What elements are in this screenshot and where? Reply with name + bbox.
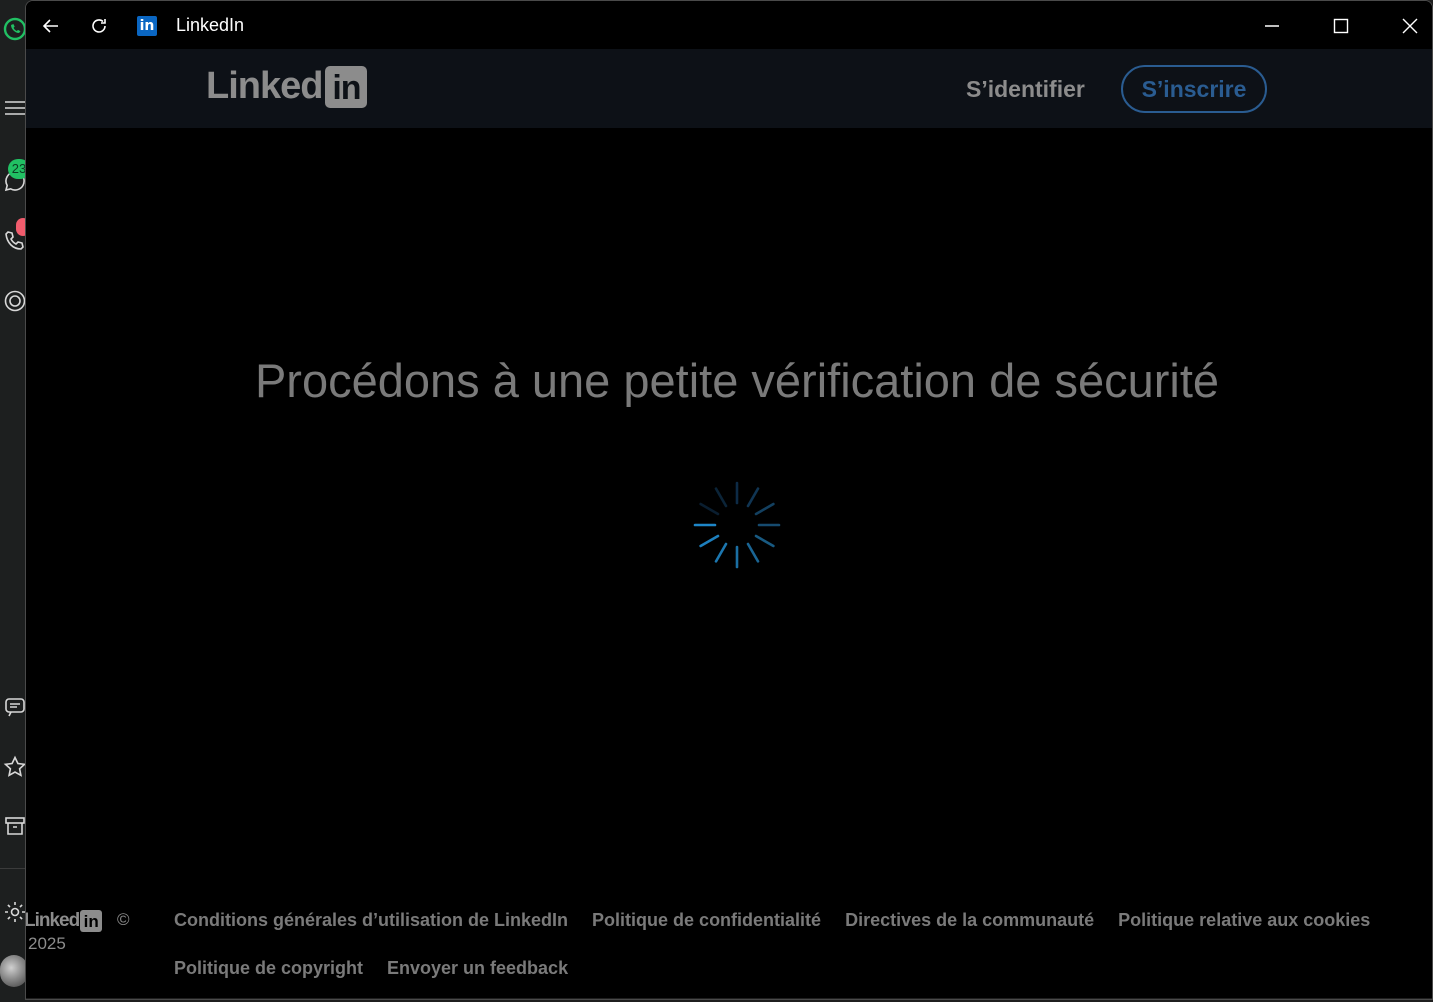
minimize-icon — [1265, 25, 1279, 27]
footer-logo-wordmark: Linked — [25, 910, 80, 931]
linkedin-logo[interactable]: Linked in — [206, 65, 368, 108]
linkedin-favicon: in — [137, 16, 157, 36]
footer-link-copyright[interactable]: Politique de copyright — [174, 955, 363, 981]
page-title: Procédons à une petite vérification de s… — [254, 354, 1220, 407]
close-icon — [1402, 18, 1418, 34]
signup-button[interactable]: S’inscrire — [1121, 65, 1267, 113]
footer-copyright-symbol: © — [117, 910, 130, 929]
footer-links: Conditions générales d’utilisation de Li… — [174, 907, 1404, 981]
footer-linkedin-logo: Linked in — [25, 910, 103, 932]
minimize-button[interactable] — [1257, 11, 1287, 41]
back-button[interactable] — [36, 11, 66, 41]
reload-button[interactable] — [84, 11, 114, 41]
close-button[interactable] — [1395, 11, 1425, 41]
footer-link-cookies[interactable]: Politique relative aux cookies — [1118, 907, 1370, 933]
sidebar-divider — [0, 868, 26, 869]
arrow-left-icon — [42, 19, 58, 33]
maximize-icon — [1333, 18, 1349, 34]
window-title: LinkedIn — [176, 15, 245, 35]
title-bar: in LinkedIn — [26, 1, 1432, 49]
footer-link-terms[interactable]: Conditions générales d’utilisation de Li… — [174, 907, 568, 933]
linkedin-header: Linked in S’identifier S’inscrire — [26, 49, 1432, 128]
footer-year: 2025 — [28, 934, 66, 953]
footer-logo-in-box: in — [80, 910, 103, 932]
window-bottom-edge — [26, 998, 1432, 999]
footer-link-privacy[interactable]: Politique de confidentialité — [592, 907, 821, 933]
logo-in-box: in — [325, 65, 368, 108]
signin-link[interactable]: S’identifier — [966, 76, 1085, 103]
maximize-button[interactable] — [1326, 11, 1356, 41]
profile-avatar[interactable] — [0, 955, 28, 987]
logo-wordmark: Linked — [206, 65, 323, 107]
linkedin-window: in LinkedIn Linked in S’identifier S’ins… — [25, 0, 1433, 1000]
reload-icon — [92, 19, 106, 33]
footer-link-feedback[interactable]: Envoyer un feedback — [387, 955, 568, 981]
loading-spinner-icon — [693, 481, 781, 569]
footer-link-community[interactable]: Directives de la communauté — [845, 907, 1094, 933]
